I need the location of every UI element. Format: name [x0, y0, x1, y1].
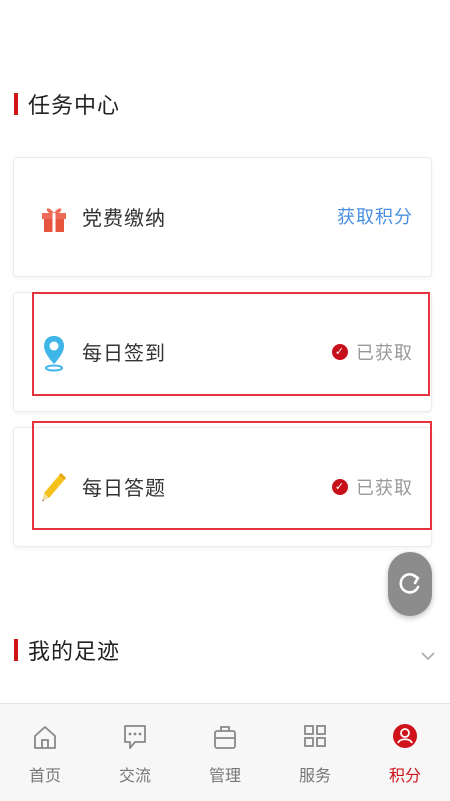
- tab-chat[interactable]: 交流: [90, 704, 180, 801]
- tab-label: 首页: [28, 766, 61, 785]
- status-obtained: ✓ 已获取: [332, 339, 413, 365]
- points-icon: [390, 720, 420, 754]
- tab-home[interactable]: 首页: [0, 704, 90, 801]
- briefcase-icon: [210, 720, 240, 754]
- bottom-tab-bar: 首页 交流 管理 服务 积分: [0, 703, 450, 801]
- get-points-link[interactable]: 获取积分: [337, 203, 413, 229]
- tab-label: 积分: [388, 766, 421, 785]
- gift-icon: [36, 196, 72, 240]
- home-icon: [30, 720, 60, 754]
- task-center-title: 任务中心: [28, 94, 121, 119]
- footprint-title: 我的足迹: [28, 640, 121, 665]
- check-icon: ✓: [332, 479, 348, 495]
- task-label: 党费缴纳: [82, 206, 166, 230]
- task-card-quiz[interactable]: 每日答题 ✓ 已获取: [13, 427, 432, 547]
- status-text: 已获取: [356, 478, 413, 499]
- footprint-header[interactable]: 我的足迹: [14, 634, 120, 666]
- section-accent-bar: [14, 639, 18, 661]
- tab-label: 管理: [208, 766, 241, 785]
- status-obtained: ✓ 已获取: [332, 474, 413, 500]
- tab-service[interactable]: 服务: [270, 704, 360, 801]
- tab-manage[interactable]: 管理: [180, 704, 270, 801]
- tab-label: 交流: [118, 766, 151, 785]
- check-icon: ✓: [332, 344, 348, 360]
- task-card-dues[interactable]: 党费缴纳 获取积分: [13, 157, 432, 277]
- location-pin-icon: [36, 331, 72, 375]
- status-text: 已获取: [356, 343, 413, 364]
- task-card-checkin[interactable]: 每日签到 ✓ 已获取: [13, 292, 432, 412]
- chat-icon: [120, 720, 150, 754]
- task-label: 每日签到: [82, 341, 166, 365]
- section-accent-bar: [14, 93, 18, 115]
- tab-label: 服务: [298, 766, 331, 785]
- refresh-icon: [399, 573, 420, 594]
- grid-icon: [300, 720, 330, 754]
- tab-points[interactable]: 积分: [360, 704, 450, 801]
- task-label: 每日答题: [82, 476, 166, 500]
- chevron-down-icon[interactable]: [420, 650, 436, 662]
- pencil-icon: [36, 466, 72, 510]
- refresh-button[interactable]: [388, 552, 432, 616]
- task-center-header: 任务中心: [14, 88, 120, 120]
